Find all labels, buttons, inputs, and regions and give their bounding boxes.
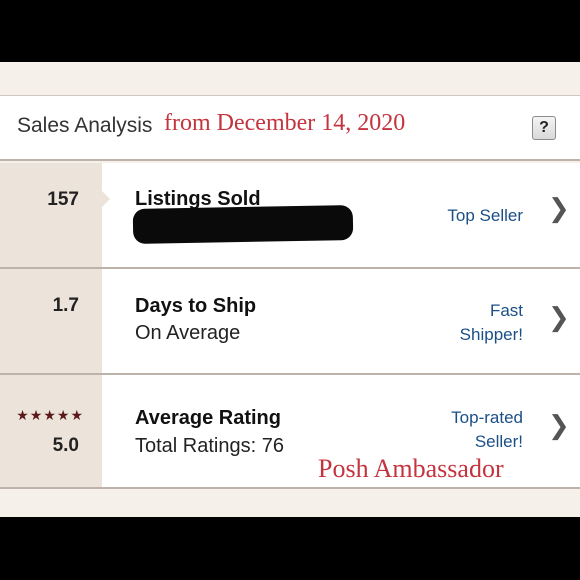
badge-line: Top-rated [451,408,523,427]
redaction-mark [132,205,354,244]
badge-line: Fast [489,301,523,320]
stat-row-left-panel [0,163,102,267]
badge-line: Top Seller [447,206,523,225]
help-button[interactable]: ? [532,116,556,140]
days-to-ship-title: Days to Ship [135,295,257,317]
stat-row-left-panel [0,269,102,373]
chevron-right-icon[interactable]: ❯ [548,303,570,333]
notch-arrow [101,190,110,208]
average-rating-value: 5.0 [52,435,79,456]
stat-row-listings-sold[interactable]: 157 Listings Sold 21 Top Seller ❯ [0,163,580,269]
posh-ambassador-annotation: Posh Ambassador [318,454,504,483]
bottom-black-bar [0,517,580,580]
chevron-right-icon[interactable]: ❯ [548,194,570,224]
days-to-ship-value: 1.7 [52,295,79,316]
stat-row-left-panel [0,375,102,487]
listings-sold-count: 157 [47,189,79,210]
total-ratings-subtitle: Total Ratings: 76 [135,435,284,457]
average-rating-title: Average Rating [135,407,281,429]
badge-line: Shipper! [459,325,523,344]
star-icon: ★★★★★ [16,407,84,423]
fast-shipper-badge[interactable]: Fast Shipper! [460,299,523,347]
date-annotation: from December 14, 2020 [164,110,406,136]
chevron-right-icon[interactable]: ❯ [548,411,570,441]
days-to-ship-subtitle: On Average [135,322,241,344]
top-black-bar [0,0,580,62]
sales-analysis-header: Sales Analysis from December 14, 2020 ? [0,95,580,161]
sales-analysis-card: Sales Analysis from December 14, 2020 ? … [0,62,580,517]
stat-row-days-to-ship[interactable]: 1.7 Days to Ship On Average Fast Shipper… [0,269,580,375]
badge-line: Seller! [474,432,523,451]
top-seller-badge[interactable]: Top Seller [447,204,523,228]
top-rated-seller-badge[interactable]: Top-rated Seller! [451,406,523,454]
page-title: Sales Analysis [17,114,153,137]
